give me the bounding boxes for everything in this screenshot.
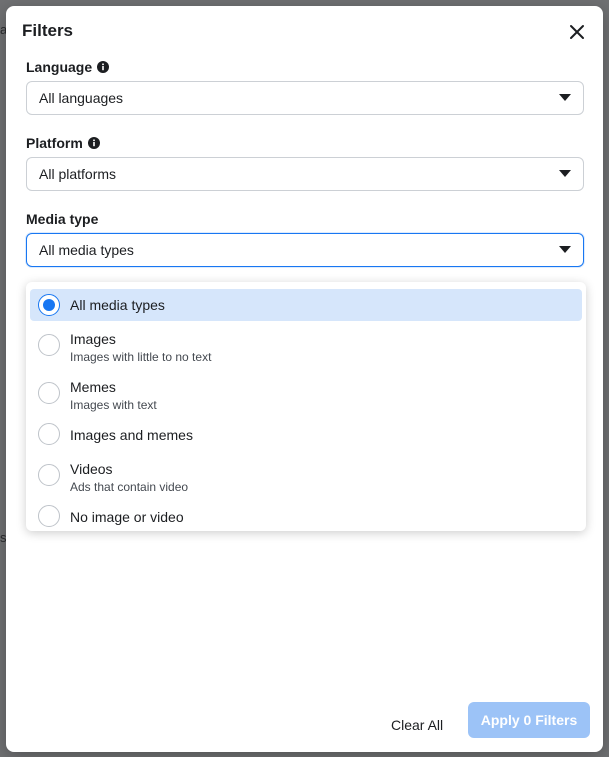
platform-label: Platform [26,135,100,151]
chevron-down-icon [559,246,571,253]
radio-button[interactable] [38,505,60,527]
media-type-dropdown: All media types Images Images with littl… [26,282,586,531]
radio-button[interactable] [38,423,60,445]
media-type-select[interactable]: All media types [26,233,584,267]
option-label: Images [70,331,116,347]
option-label: Memes [70,379,116,395]
chevron-down-icon [559,170,571,177]
chevron-down-icon [559,94,571,101]
dialog-title: Filters [22,21,74,40]
media-option-all[interactable]: All media types [30,289,582,321]
platform-label-text: Platform [26,135,83,151]
language-label: Language [26,59,110,75]
option-label: No image or video [70,509,184,525]
media-option-memes[interactable]: Memes Images with text [30,375,582,417]
radio-button[interactable] [38,464,60,486]
option-label: Videos [70,461,113,477]
media-type-label: Media type [26,211,98,227]
close-icon [570,25,584,39]
platform-select-value: All platforms [39,166,117,182]
radio-button[interactable] [38,334,60,356]
info-icon[interactable] [97,61,110,73]
language-select[interactable]: All languages [26,81,584,115]
media-option-images-and-memes[interactable]: Images and memes [30,421,582,453]
media-option-none[interactable]: No image or video [30,503,582,531]
clear-all-button[interactable]: Clear All [391,717,443,733]
filters-dialog: Filters Language All languages Platform … [6,6,603,752]
radio-button[interactable] [38,294,60,316]
media-type-label-text: Media type [26,211,99,227]
radio-button[interactable] [38,382,60,404]
language-label-text: Language [26,59,93,75]
option-description: Images with text [70,398,157,412]
option-description: Ads that contain video [70,480,189,494]
option-label: All media types [70,297,165,313]
media-option-images[interactable]: Images Images with little to no text [30,327,582,369]
platform-select[interactable]: All platforms [26,157,584,191]
close-button[interactable] [565,20,589,44]
option-label: Images and memes [70,427,193,443]
media-type-select-value: All media types [39,242,134,258]
option-description: Images with little to no text [70,350,212,364]
info-icon[interactable] [87,137,100,149]
language-select-value: All languages [39,90,124,106]
apply-filters-button[interactable]: Apply 0 Filters [468,702,590,738]
media-option-videos[interactable]: Videos Ads that contain video [30,457,582,499]
